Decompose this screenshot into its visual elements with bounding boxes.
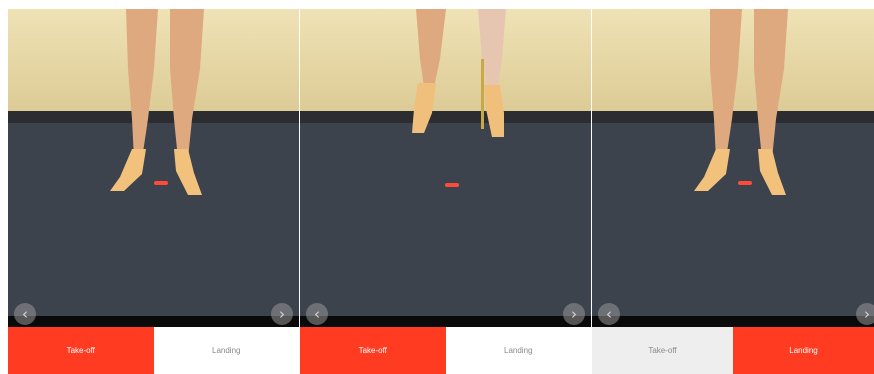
takeoff-button[interactable]: Take-off xyxy=(300,327,446,374)
phase-selector: Take-off Landing xyxy=(300,327,591,374)
landing-button[interactable]: Landing xyxy=(153,327,299,374)
chevron-right-icon[interactable]: › xyxy=(563,303,585,325)
takeoff-button[interactable]: Take-off xyxy=(592,327,733,374)
frame-divider-bar xyxy=(300,316,591,327)
frame-comparison-strip: ‹ › Take-off Landing ‹ › Take-off Landin… xyxy=(0,0,874,374)
video-panel-2: ‹ › Take-off Landing xyxy=(300,9,591,374)
landing-button[interactable]: Landing xyxy=(445,327,591,374)
video-frame-2 xyxy=(300,9,591,316)
frame-divider-bar xyxy=(8,316,299,327)
video-frame-3 xyxy=(592,9,874,316)
takeoff-button[interactable]: Take-off xyxy=(8,327,154,374)
chevron-left-icon[interactable]: ‹ xyxy=(598,303,620,325)
phase-selector: Take-off Landing xyxy=(592,327,874,374)
chevron-left-icon[interactable]: ‹ xyxy=(14,303,36,325)
video-panel-3: ‹ › Take-off Landing xyxy=(592,9,874,374)
chevron-left-icon[interactable]: ‹ xyxy=(306,303,328,325)
video-panel-1: ‹ › Take-off Landing xyxy=(8,9,299,374)
frame-divider-bar xyxy=(592,316,874,327)
video-frame-1 xyxy=(8,9,299,316)
chevron-right-icon[interactable]: › xyxy=(856,303,874,325)
landing-button[interactable]: Landing xyxy=(733,327,874,374)
phase-selector: Take-off Landing xyxy=(8,327,299,374)
chevron-right-icon[interactable]: › xyxy=(271,303,293,325)
